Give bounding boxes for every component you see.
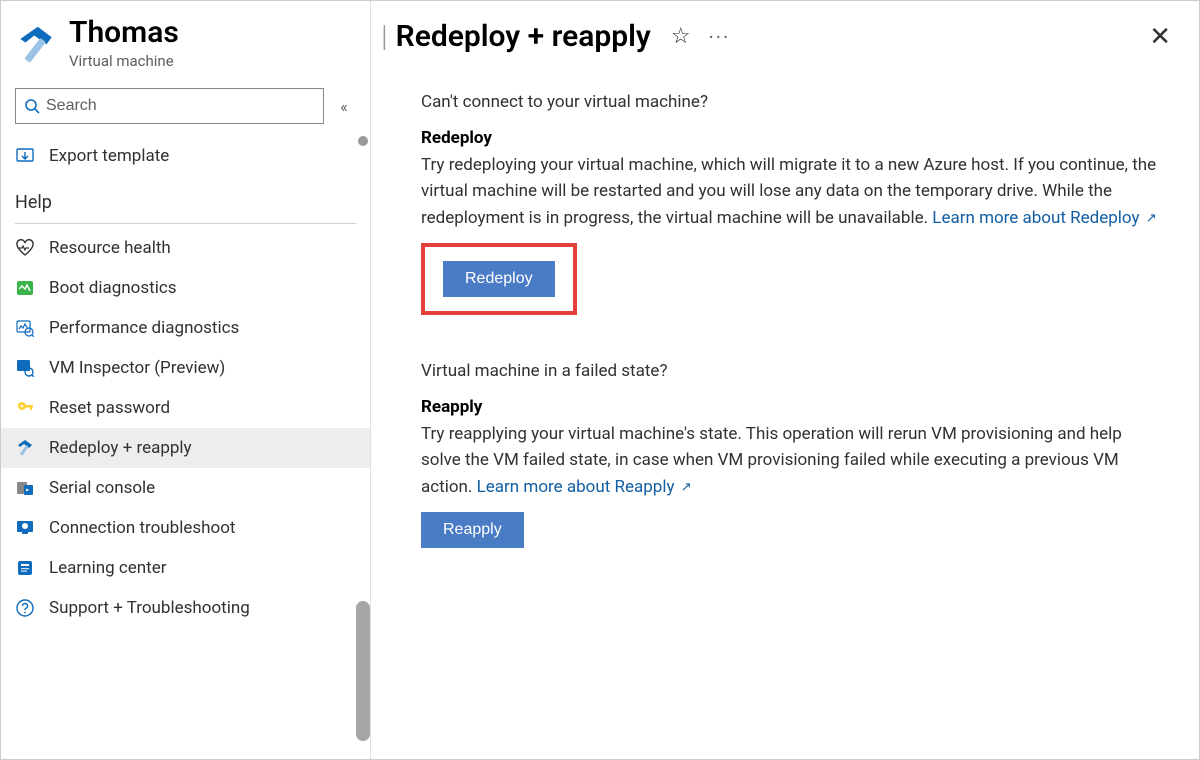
sidebar-item-resource-health[interactable]: Resource health — [1, 228, 370, 268]
external-link-icon: ↗ — [1144, 211, 1157, 226]
redeploy-button[interactable]: Redeploy — [443, 261, 555, 297]
sidebar-item-performance-diagnostics[interactable]: Performance diagnostics — [1, 308, 370, 348]
sidebar-item-reset-password[interactable]: Reset password — [1, 388, 370, 428]
sidebar-item-serial-console[interactable]: Serial console — [1, 468, 370, 508]
section-divider — [15, 223, 356, 224]
sidebar-header: Thomas Virtual machine — [1, 11, 370, 80]
search-input[interactable] — [40, 97, 315, 115]
hammer-icon — [15, 438, 35, 458]
reapply-heading: Reapply — [421, 397, 1169, 417]
reapply-description: Try reapplying your virtual machine's st… — [421, 421, 1161, 500]
sidebar-item-learning-center[interactable]: Learning center — [1, 548, 370, 588]
main-header: | Redeploy + reapply ☆ ··· ✕ — [371, 1, 1199, 64]
sidebar-item-label: Connection troubleshoot — [49, 518, 235, 538]
page-title: Redeploy + reapply — [396, 19, 651, 54]
reapply-button[interactable]: Reapply — [421, 512, 524, 548]
sidebar-item-boot-diagnostics[interactable]: Boot diagnostics — [1, 268, 370, 308]
reapply-learn-more-link[interactable]: Learn more about Reapply ↗ — [477, 477, 692, 497]
vm-type-label: Virtual machine — [69, 52, 179, 70]
more-menu-icon[interactable]: ··· — [709, 25, 731, 49]
sidebar-item-label: Reset password — [49, 398, 170, 418]
external-link-icon: ↗ — [679, 480, 692, 495]
sidebar-item-redeploy-reapply[interactable]: Redeploy + reapply — [1, 428, 370, 468]
help-section-label: Help — [1, 176, 370, 217]
close-icon[interactable]: ✕ — [1141, 22, 1179, 52]
title-divider: | — [377, 22, 396, 52]
sidebar-item-label: Redeploy + reapply — [49, 438, 192, 458]
link-text: Learn more about Reapply — [477, 477, 675, 497]
help-icon — [15, 598, 35, 618]
sidebar-item-label: Serial console — [49, 478, 155, 498]
sidebar-item-export-template[interactable]: Export template — [1, 136, 370, 176]
scrollbar-thumb[interactable] — [356, 601, 370, 741]
search-input-wrapper[interactable] — [15, 88, 324, 124]
sidebar-item-label: Performance diagnostics — [49, 318, 239, 338]
favorite-star-icon[interactable]: ☆ — [671, 24, 691, 49]
redeploy-question: Can't connect to your virtual machine? — [421, 92, 1169, 112]
performance-icon — [15, 318, 35, 338]
sidebar-item-label: VM Inspector (Preview) — [49, 358, 225, 378]
sidebar-item-label: Export template — [49, 146, 169, 166]
book-icon — [15, 558, 35, 578]
search-icon — [24, 98, 40, 114]
sidebar-item-connection-troubleshoot[interactable]: Connection troubleshoot — [1, 508, 370, 548]
export-template-icon — [15, 146, 35, 166]
sidebar-item-label: Learning center — [49, 558, 167, 578]
link-text: Learn more about Redeploy — [932, 208, 1139, 228]
sidebar-item-label: Boot diagnostics — [49, 278, 177, 298]
redeploy-description: Try redeploying your virtual machine, wh… — [421, 152, 1161, 231]
connection-troubleshoot-icon — [15, 518, 35, 538]
vm-name: Thomas — [69, 15, 179, 50]
boot-diagnostics-icon — [15, 278, 35, 298]
scrollbar-track[interactable] — [358, 136, 368, 146]
sidebar-item-label: Resource health — [49, 238, 171, 258]
redeploy-button-callout: Redeploy — [421, 243, 577, 315]
key-icon — [15, 398, 35, 418]
sidebar-item-label: Support + Troubleshooting — [49, 598, 250, 618]
vm-inspector-icon — [15, 358, 35, 378]
sidebar-item-support-troubleshooting[interactable]: Support + Troubleshooting — [1, 588, 370, 628]
sidebar-item-vm-inspector[interactable]: VM Inspector (Preview) — [1, 348, 370, 388]
redeploy-heading: Redeploy — [421, 128, 1169, 148]
main-panel: | Redeploy + reapply ☆ ··· ✕ Can't conne… — [371, 1, 1199, 759]
collapse-sidebar-icon[interactable]: « — [332, 97, 356, 116]
vm-hammer-icon — [15, 25, 57, 67]
sidebar: Thomas Virtual machine « Export template… — [1, 1, 371, 759]
serial-console-icon — [15, 478, 35, 498]
reapply-question: Virtual machine in a failed state? — [421, 361, 1169, 381]
redeploy-learn-more-link[interactable]: Learn more about Redeploy ↗ — [932, 208, 1156, 228]
heartbeat-icon — [15, 238, 35, 258]
